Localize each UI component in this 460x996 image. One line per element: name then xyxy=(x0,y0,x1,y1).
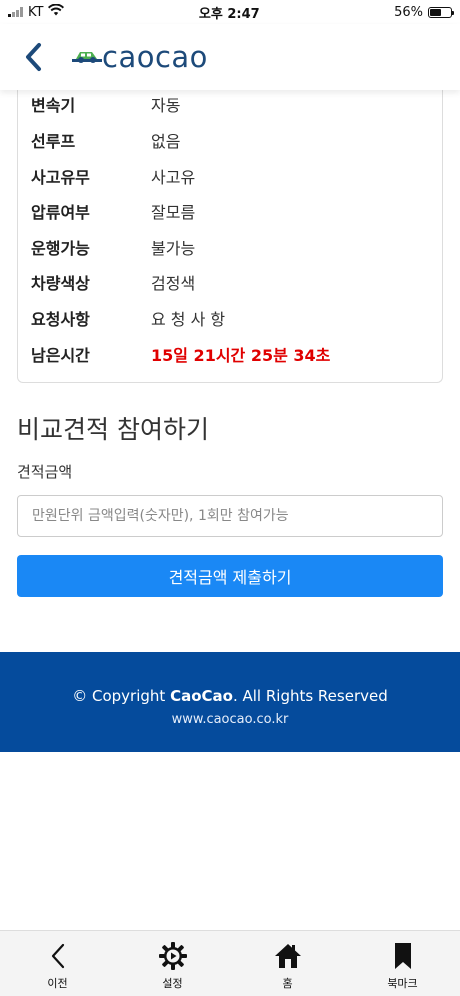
brand-logo[interactable]: caocao xyxy=(72,40,208,74)
amount-input[interactable] xyxy=(17,495,443,537)
detail-value: 요 청 사 항 xyxy=(151,310,226,329)
chevron-left-icon xyxy=(43,941,73,971)
submit-bid-button[interactable]: 견적금액 제출하기 xyxy=(17,555,443,597)
home-icon xyxy=(273,941,303,971)
toolbar-settings-button[interactable]: 설정 xyxy=(115,931,230,996)
chevron-left-icon xyxy=(26,43,41,71)
vehicle-detail-card: 변속기 자동 선루프 없음 사고유무 사고유 압류여부 잘모름 운행가능 불가능… xyxy=(17,82,443,383)
clock: 오후 2:47 xyxy=(198,6,260,22)
bottom-toolbar: 이전 설정 홈 북마크 xyxy=(0,930,460,996)
detail-row-seizure: 압류여부 잘모름 xyxy=(31,199,195,223)
detail-label: 차량색상 xyxy=(31,274,90,293)
status-right: 56% xyxy=(394,4,454,20)
detail-row-sunroof: 선루프 없음 xyxy=(31,128,180,152)
wifi-icon xyxy=(48,3,65,20)
detail-label: 사고유무 xyxy=(31,168,90,187)
copyright-brand: CaoCao xyxy=(170,687,233,705)
battery-icon xyxy=(428,6,454,18)
back-button[interactable] xyxy=(8,32,58,82)
detail-row-transmission: 변속기 자동 xyxy=(31,92,180,116)
carrier-label: KT xyxy=(28,4,44,20)
detail-value: 없음 xyxy=(151,132,181,151)
detail-value: 불가능 xyxy=(151,239,196,258)
detail-value: 사고유 xyxy=(151,168,196,187)
toolbar-back-label: 이전 xyxy=(47,977,68,990)
car-logo-icon xyxy=(72,52,102,63)
detail-label: 압류여부 xyxy=(31,203,90,222)
detail-row-request: 요청사항 요 청 사 항 xyxy=(31,306,225,330)
toolbar-home-button[interactable]: 홈 xyxy=(230,931,345,996)
countdown-value: 15일 21시간 25분 34초 xyxy=(151,346,331,365)
toolbar-back-button[interactable]: 이전 xyxy=(0,931,115,996)
detail-row-accident: 사고유무 사고유 xyxy=(31,164,195,188)
battery-fill xyxy=(430,8,442,16)
app-header: caocao xyxy=(0,24,460,90)
toolbar-bookmark-button[interactable]: 북마크 xyxy=(345,931,460,996)
detail-value: 검정색 xyxy=(151,274,196,293)
copyright-prefix: © Copyright xyxy=(72,687,171,705)
detail-row-drivable: 운행가능 불가능 xyxy=(31,235,195,259)
status-bar: KT 오후 2:47 56% xyxy=(0,0,460,24)
signal-icon xyxy=(8,7,23,17)
detail-value: 자동 xyxy=(151,96,181,115)
battery-percent: 56% xyxy=(394,4,423,20)
bid-section-title: 비교견적 참여하기 xyxy=(17,415,209,444)
detail-label: 남은시간 xyxy=(31,346,90,365)
detail-label: 요청사항 xyxy=(31,310,90,329)
copyright-suffix: . All Rights Reserved xyxy=(232,687,388,705)
status-left: KT xyxy=(8,3,65,20)
toolbar-settings-label: 설정 xyxy=(162,977,183,990)
amount-label: 견적금액 xyxy=(17,463,73,481)
toolbar-bookmark-label: 북마크 xyxy=(387,977,418,990)
detail-row-remaining-time: 남은시간 15일 21시간 25분 34초 xyxy=(31,342,330,366)
detail-label: 운행가능 xyxy=(31,239,90,258)
detail-row-color: 차량색상 검정색 xyxy=(31,270,195,294)
copyright-text: © Copyright CaoCao. All Rights Reserved xyxy=(0,687,460,705)
toolbar-home-label: 홈 xyxy=(282,977,293,990)
footer-url[interactable]: www.caocao.co.kr xyxy=(0,712,460,727)
detail-label: 변속기 xyxy=(31,96,76,115)
logo-text: caocao xyxy=(102,40,208,74)
gear-icon xyxy=(158,941,188,971)
detail-label: 선루프 xyxy=(31,132,76,151)
detail-value: 잘모름 xyxy=(151,203,196,222)
footer: © Copyright CaoCao. All Rights Reserved … xyxy=(0,652,460,752)
bookmark-icon xyxy=(388,941,418,971)
